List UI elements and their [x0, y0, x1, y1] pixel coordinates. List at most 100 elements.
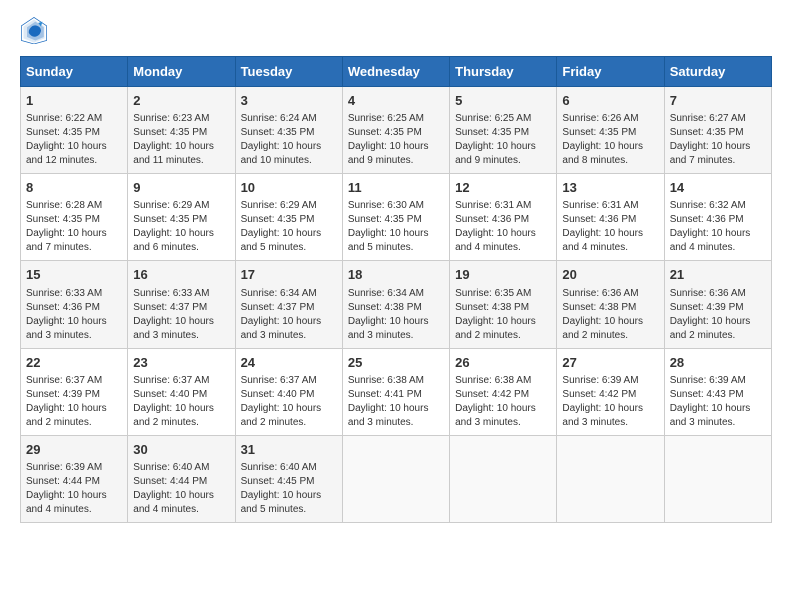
day-number: 4 — [348, 92, 444, 110]
daylight-label: Daylight: 10 hours and 7 minutes. — [670, 141, 751, 166]
calendar-cell: 21 Sunrise: 6:36 AM Sunset: 4:39 PM Dayligh… — [664, 261, 771, 348]
day-number: 30 — [133, 441, 229, 459]
logo-icon — [20, 16, 48, 44]
sunset-label: Sunset: 4:40 PM — [241, 389, 315, 400]
day-number: 5 — [455, 92, 551, 110]
sunrise-label: Sunrise: 6:33 AM — [26, 288, 102, 299]
sunset-label: Sunset: 4:38 PM — [562, 302, 636, 313]
calendar-cell — [450, 435, 557, 522]
day-number: 24 — [241, 354, 337, 372]
day-number: 1 — [26, 92, 122, 110]
sunrise-label: Sunrise: 6:34 AM — [348, 288, 424, 299]
sunrise-label: Sunrise: 6:30 AM — [348, 200, 424, 211]
daylight-label: Daylight: 10 hours and 3 minutes. — [670, 403, 751, 428]
daylight-label: Daylight: 10 hours and 11 minutes. — [133, 141, 214, 166]
sunrise-label: Sunrise: 6:22 AM — [26, 113, 102, 124]
calendar-cell: 16Sunrise: 6:33 AMSunset: 4:37 PMDayligh… — [128, 261, 235, 348]
sunrise-label: Sunrise: 6:23 AM — [133, 113, 209, 124]
calendar-cell: 15 Sunrise: 6:33 AM Sunset: 4:36 PM Dayligh… — [21, 261, 128, 348]
calendar-cell: 26Sunrise: 6:38 AMSunset: 4:42 PMDayligh… — [450, 348, 557, 435]
sunset-label: Sunset: 4:36 PM — [562, 214, 636, 225]
sunrise-label: Sunrise: 6:39 AM — [670, 375, 746, 386]
logo — [20, 16, 52, 44]
day-number: 21 — [670, 266, 766, 284]
calendar-cell: 10Sunrise: 6:29 AMSunset: 4:35 PMDayligh… — [235, 174, 342, 261]
sunrise-label: Sunrise: 6:36 AM — [670, 288, 746, 299]
sunset-label: Sunset: 4:42 PM — [455, 389, 529, 400]
daylight-label: Daylight: 10 hours and 3 minutes. — [133, 316, 214, 341]
sunset-label: Sunset: 4:44 PM — [26, 476, 100, 487]
calendar-cell: 12Sunrise: 6:31 AMSunset: 4:36 PMDayligh… — [450, 174, 557, 261]
sunrise-label: Sunrise: 6:37 AM — [26, 375, 102, 386]
sunset-label: Sunset: 4:36 PM — [670, 214, 744, 225]
day-number: 14 — [670, 179, 766, 197]
day-number: 18 — [348, 266, 444, 284]
calendar-cell: 25Sunrise: 6:38 AMSunset: 4:41 PMDayligh… — [342, 348, 449, 435]
sunrise-label: Sunrise: 6:39 AM — [26, 462, 102, 473]
sunrise-label: Sunrise: 6:29 AM — [133, 200, 209, 211]
day-number: 13 — [562, 179, 658, 197]
sunset-label: Sunset: 4:44 PM — [133, 476, 207, 487]
sunrise-label: Sunrise: 6:37 AM — [133, 375, 209, 386]
sunrise-label: Sunrise: 6:33 AM — [133, 288, 209, 299]
day-number: 7 — [670, 92, 766, 110]
calendar-week-row: 1 Sunrise: 6:22 AM Sunset: 4:35 PM Daylight… — [21, 87, 772, 174]
sunrise-label: Sunrise: 6:38 AM — [348, 375, 424, 386]
sunset-label: Sunset: 4:39 PM — [670, 302, 744, 313]
sunrise-label: Sunrise: 6:36 AM — [562, 288, 638, 299]
sunrise-label: Sunrise: 6:34 AM — [241, 288, 317, 299]
calendar-week-row: 29Sunrise: 6:39 AMSunset: 4:44 PMDayligh… — [21, 435, 772, 522]
column-header-sunday: Sunday — [21, 57, 128, 87]
sunset-label: Sunset: 4:42 PM — [562, 389, 636, 400]
calendar-cell: 19Sunrise: 6:35 AMSunset: 4:38 PMDayligh… — [450, 261, 557, 348]
daylight-label: Daylight: 10 hours and 2 minutes. — [670, 316, 751, 341]
daylight-label: Daylight: 10 hours and 3 minutes. — [562, 403, 643, 428]
day-number: 15 — [26, 266, 122, 284]
sunset-label: Sunset: 4:36 PM — [455, 214, 529, 225]
calendar-cell: 18Sunrise: 6:34 AMSunset: 4:38 PMDayligh… — [342, 261, 449, 348]
calendar-cell: 29Sunrise: 6:39 AMSunset: 4:44 PMDayligh… — [21, 435, 128, 522]
calendar-week-row: 8Sunrise: 6:28 AMSunset: 4:35 PMDaylight… — [21, 174, 772, 261]
daylight-label: Daylight: 10 hours and 12 minutes. — [26, 141, 107, 166]
calendar-cell — [557, 435, 664, 522]
column-header-wednesday: Wednesday — [342, 57, 449, 87]
day-number: 6 — [562, 92, 658, 110]
sunset-label: Sunset: 4:36 PM — [26, 302, 100, 313]
daylight-label: Daylight: 10 hours and 9 minutes. — [348, 141, 429, 166]
day-number: 12 — [455, 179, 551, 197]
daylight-label: Daylight: 10 hours and 3 minutes. — [348, 316, 429, 341]
calendar-table: SundayMondayTuesdayWednesdayThursdayFrid… — [20, 56, 772, 523]
day-number: 23 — [133, 354, 229, 372]
column-header-friday: Friday — [557, 57, 664, 87]
column-header-saturday: Saturday — [664, 57, 771, 87]
sunset-label: Sunset: 4:37 PM — [133, 302, 207, 313]
daylight-label: Daylight: 10 hours and 4 minutes. — [455, 228, 536, 253]
day-number: 8 — [26, 179, 122, 197]
sunset-label: Sunset: 4:41 PM — [348, 389, 422, 400]
sunset-label: Sunset: 4:35 PM — [26, 127, 100, 138]
calendar-cell: 24Sunrise: 6:37 AMSunset: 4:40 PMDayligh… — [235, 348, 342, 435]
calendar-cell: 2Sunrise: 6:23 AMSunset: 4:35 PMDaylight… — [128, 87, 235, 174]
calendar-cell: 30Sunrise: 6:40 AMSunset: 4:44 PMDayligh… — [128, 435, 235, 522]
calendar-cell: 17Sunrise: 6:34 AMSunset: 4:37 PMDayligh… — [235, 261, 342, 348]
calendar-cell: 3Sunrise: 6:24 AMSunset: 4:35 PMDaylight… — [235, 87, 342, 174]
sunset-label: Sunset: 4:35 PM — [241, 127, 315, 138]
daylight-label: Daylight: 10 hours and 3 minutes. — [348, 403, 429, 428]
sunrise-label: Sunrise: 6:29 AM — [241, 200, 317, 211]
calendar-cell: 9Sunrise: 6:29 AMSunset: 4:35 PMDaylight… — [128, 174, 235, 261]
calendar-cell: 13Sunrise: 6:31 AMSunset: 4:36 PMDayligh… — [557, 174, 664, 261]
daylight-label: Daylight: 10 hours and 3 minutes. — [26, 316, 107, 341]
daylight-label: Daylight: 10 hours and 8 minutes. — [562, 141, 643, 166]
calendar-week-row: 15 Sunrise: 6:33 AM Sunset: 4:36 PM Dayligh… — [21, 261, 772, 348]
day-number: 19 — [455, 266, 551, 284]
sunset-label: Sunset: 4:37 PM — [241, 302, 315, 313]
sunset-label: Sunset: 4:35 PM — [455, 127, 529, 138]
daylight-label: Daylight: 10 hours and 3 minutes. — [241, 316, 322, 341]
daylight-label: Daylight: 10 hours and 9 minutes. — [455, 141, 536, 166]
daylight-label: Daylight: 10 hours and 2 minutes. — [455, 316, 536, 341]
day-number: 3 — [241, 92, 337, 110]
sunset-label: Sunset: 4:43 PM — [670, 389, 744, 400]
sunset-label: Sunset: 4:35 PM — [241, 214, 315, 225]
sunrise-label: Sunrise: 6:32 AM — [670, 200, 746, 211]
daylight-label: Daylight: 10 hours and 2 minutes. — [26, 403, 107, 428]
